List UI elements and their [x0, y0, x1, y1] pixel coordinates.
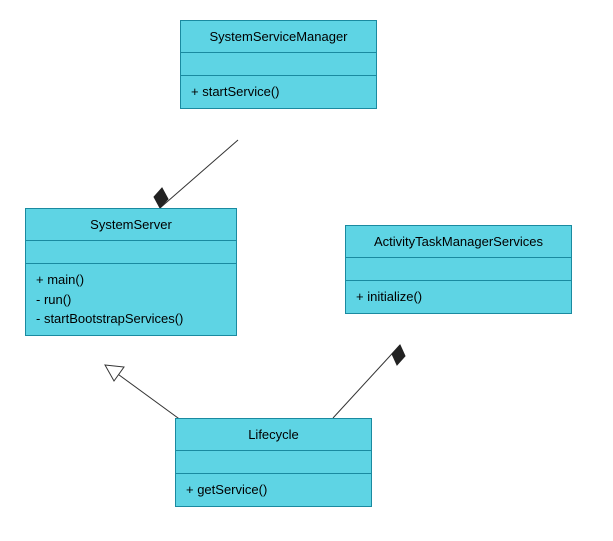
method: - startBootstrapServices()	[36, 309, 226, 329]
method: + getService()	[186, 480, 361, 500]
class-attributes	[181, 53, 376, 76]
method: + initialize()	[356, 287, 561, 307]
method: - run()	[36, 290, 226, 310]
class-attributes	[26, 241, 236, 264]
class-lifecycle: Lifecycle + getService()	[175, 418, 372, 507]
class-system-service-manager: SystemServiceManager + startService()	[180, 20, 377, 109]
class-activity-task-manager-services: ActivityTaskManagerServices + initialize…	[345, 225, 572, 314]
class-methods: + initialize()	[346, 281, 571, 313]
class-system-server: SystemServer + main() - run() - startBoo…	[25, 208, 237, 336]
class-attributes	[176, 451, 371, 474]
class-title: SystemServiceManager	[181, 21, 376, 53]
class-title: SystemServer	[26, 209, 236, 241]
class-title: ActivityTaskManagerServices	[346, 226, 571, 258]
class-methods: + main() - run() - startBootstrapService…	[26, 264, 236, 335]
class-methods: + startService()	[181, 76, 376, 108]
method: + startService()	[191, 82, 366, 102]
class-methods: + getService()	[176, 474, 371, 506]
method: + main()	[36, 270, 226, 290]
class-attributes	[346, 258, 571, 281]
class-title: Lifecycle	[176, 419, 371, 451]
